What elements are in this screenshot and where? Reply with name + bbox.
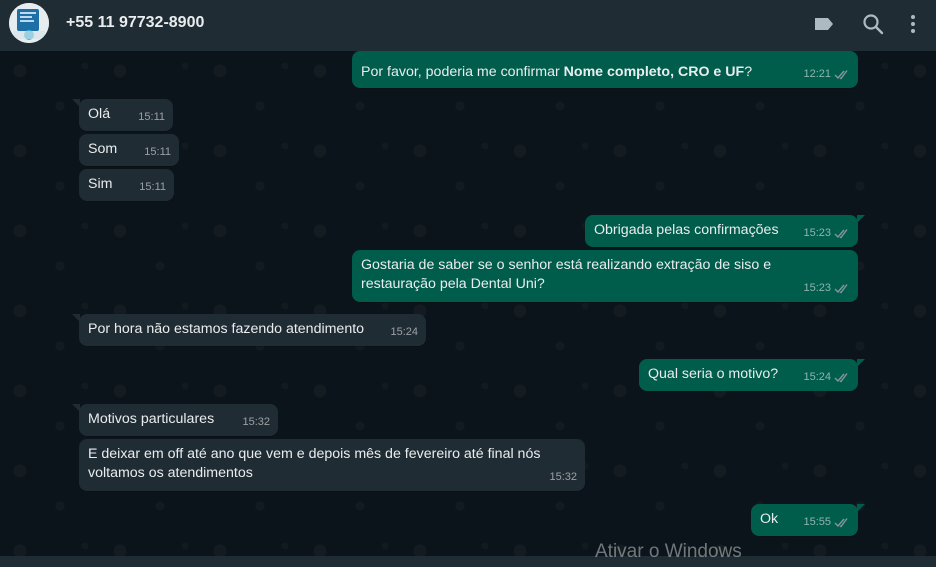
message-text: Obrigada pelas confirmações — [594, 222, 779, 238]
message-meta: 15:23 — [803, 279, 850, 298]
double-check-icon — [834, 70, 848, 80]
double-check-icon — [834, 373, 848, 383]
more-vertical-icon[interactable] — [900, 11, 926, 37]
composer-bar[interactable] — [0, 556, 936, 567]
message-meta: 15:24 — [390, 323, 418, 342]
message-time: 15:23 — [803, 282, 831, 294]
message-outgoing[interactable]: Por favor, poderia me confirmar Nome com… — [352, 51, 858, 88]
message-time: 15:32 — [242, 416, 270, 428]
message-text: Som — [88, 141, 118, 157]
message-time: 12:21 — [803, 68, 831, 80]
message-time: 15:55 — [803, 516, 831, 528]
message-meta: 12:21 — [803, 65, 850, 84]
message-meta: 15:24 — [803, 368, 850, 387]
message-time: 15:24 — [803, 371, 831, 383]
message-time: 15:32 — [549, 471, 577, 483]
message-text: Gostaria de saber se o senhor está reali… — [361, 257, 772, 292]
message-text: Por hora não estamos fazendo atendimento — [88, 321, 365, 337]
message-time: 15:24 — [390, 326, 418, 338]
message-meta: 15:11 — [139, 178, 166, 197]
message-outgoing[interactable]: Ok 15:55 — [751, 504, 865, 536]
message-list[interactable]: Por favor, poderia me confirmar Nome com… — [0, 51, 936, 556]
message-outgoing[interactable]: Gostaria de saber se o senhor está reali… — [352, 250, 858, 302]
message-text: Olá — [88, 106, 111, 122]
double-check-icon — [834, 284, 848, 294]
message-incoming[interactable]: Som 15:11 — [79, 134, 179, 166]
message-text: Sim — [88, 176, 113, 192]
message-text: Por favor, poderia me confirmar — [361, 64, 564, 80]
message-incoming[interactable]: Sim 15:11 — [79, 169, 174, 201]
message-time: 15:11 — [139, 181, 166, 193]
message-incoming[interactable]: Motivos particulares 15:32 — [72, 404, 278, 436]
search-icon[interactable] — [860, 11, 886, 37]
contact-name[interactable]: +55 11 97732-8900 — [66, 14, 204, 32]
message-incoming[interactable]: Por hora não estamos fazendo atendimento… — [72, 314, 426, 346]
message-meta: 15:11 — [144, 143, 171, 162]
windows-activation-watermark: Ativar o Windows — [595, 541, 742, 562]
message-meta: 15:32 — [549, 468, 577, 487]
message-outgoing[interactable]: Qual seria o motivo? 15:24 — [639, 359, 865, 391]
message-text: Qual seria o motivo? — [648, 366, 779, 382]
double-check-icon — [834, 229, 848, 239]
message-text: ? — [744, 64, 753, 80]
chat-header: +55 11 97732-8900 — [0, 0, 936, 51]
message-text: E deixar em off até ano que vem e depois… — [88, 446, 541, 481]
message-meta: 15:32 — [242, 413, 270, 432]
message-outgoing[interactable]: Obrigada pelas confirmações 15:23 — [585, 215, 865, 247]
message-time: 15:23 — [803, 227, 831, 239]
message-meta: 15:55 — [803, 513, 850, 532]
message-text-bold: Nome completo, CRO e UF — [563, 64, 745, 80]
message-incoming[interactable]: Olá 15:11 — [72, 99, 173, 131]
message-text: Ok — [760, 511, 779, 527]
message-incoming[interactable]: E deixar em off até ano que vem e depois… — [79, 439, 585, 491]
label-tag-icon[interactable] — [811, 11, 837, 37]
contact-avatar[interactable] — [9, 3, 49, 43]
double-check-icon — [834, 518, 848, 528]
message-time: 15:11 — [138, 111, 165, 123]
message-meta: 15:23 — [803, 224, 850, 243]
message-time: 15:11 — [144, 146, 171, 158]
message-meta: 15:11 — [138, 108, 165, 127]
message-text: Motivos particulares — [88, 411, 215, 427]
